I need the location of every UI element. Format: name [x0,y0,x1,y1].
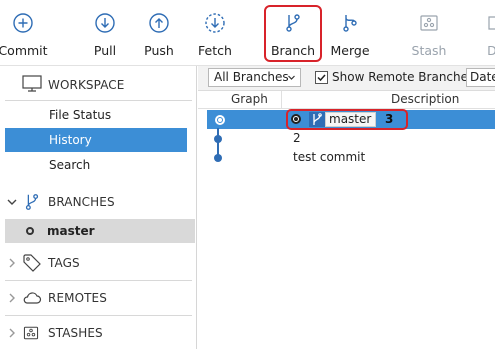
commit-row[interactable]: test commit [207,148,495,167]
branch-icon [25,194,39,210]
chevron-right-icon[interactable] [7,293,17,303]
discard-label: D [487,43,495,58]
arrow-down-circle-icon [95,13,115,33]
fetch-label: Fetch [198,43,232,58]
master-highlight-box [286,109,408,130]
show-remote-checkbox[interactable] [315,71,328,84]
tag-icon [23,254,41,272]
toolbar: Commit Pull Push Fetch Branch Merge Stas… [0,0,495,66]
sidebar-item-file-status[interactable]: File Status [5,103,187,127]
current-branch-dot [26,227,34,235]
chevron-right-icon[interactable] [7,328,17,338]
pull-label: Pull [93,43,117,58]
stash-label: Stash [411,43,447,58]
graph-node [214,135,222,143]
checkmark-icon [317,74,326,82]
discard-icon [488,16,495,30]
stash-icon [420,15,438,31]
stash-button[interactable]: Stash [411,0,447,66]
tags-section-header[interactable]: TAGS [0,248,197,278]
sidebar-item-master[interactable]: master [5,219,195,243]
chevron-right-icon[interactable] [7,258,17,268]
tags-title: TAGS [48,256,80,270]
pull-button[interactable]: Pull [87,0,123,66]
filter-bar: All Branches Show Remote Branches Date [198,66,495,91]
merge-button[interactable]: Merge [330,0,370,66]
sidebar-item-search[interactable]: Search [5,153,187,177]
stash-icon [23,326,39,340]
graph-node-head [215,115,225,125]
push-label: Push [144,43,174,58]
column-headers: Graph Description [198,91,495,109]
commit-button[interactable]: Commit [0,0,48,66]
divider [5,280,192,281]
branch-name: master [47,224,95,238]
workspace-title: WORKSPACE [48,78,125,92]
chevron-down-icon[interactable] [7,197,17,207]
column-graph[interactable]: Graph [231,92,268,106]
merge-icon [343,15,357,32]
commit-label: Commit [0,43,48,58]
plus-circle-icon [13,13,33,33]
divider [5,315,192,316]
stashes-title: STASHES [48,326,103,340]
divider [5,100,192,101]
fetch-button[interactable]: Fetch [195,0,235,66]
commit-row[interactable]: 2 [207,129,495,148]
discard-button[interactable]: D [482,0,495,66]
stashes-section-header[interactable]: STASHES [0,318,197,348]
branches-title: BRANCHES [48,195,115,209]
branch-filter-select[interactable]: All Branches [208,68,301,87]
sidebar-item-history[interactable]: History [5,128,187,152]
dashed-arrow-down-circle-icon [205,13,225,33]
remotes-title: REMOTES [48,291,107,305]
remotes-section-header[interactable]: REMOTES [0,283,197,313]
sidebar: WORKSPACE File Status History Search BRA… [0,66,197,349]
branch-filter-value: All Branches [214,70,289,84]
column-description[interactable]: Description [391,92,459,106]
push-button[interactable]: Push [140,0,178,66]
chevron-down-icon [288,75,295,80]
sort-select[interactable]: Date [466,68,495,87]
workspace-section-header: WORKSPACE [0,70,197,100]
monitor-icon [22,75,42,92]
commit-description: 2 [293,131,301,145]
cloud-icon [23,292,42,304]
merge-label: Merge [330,43,370,58]
arrow-up-circle-icon [149,13,169,33]
column-separator[interactable] [281,91,282,109]
show-remote-label: Show Remote Branches [332,70,475,84]
branch-highlight-box [264,5,322,62]
commit-description: test commit [293,150,366,164]
graph-node [214,154,222,162]
branches-section-header[interactable]: BRANCHES [0,187,197,217]
